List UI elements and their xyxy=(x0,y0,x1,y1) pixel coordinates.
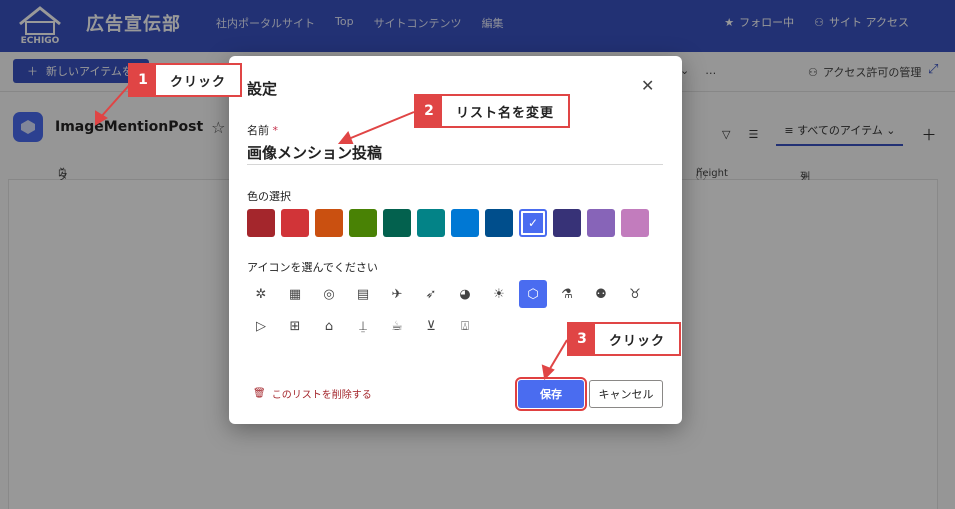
callout-text: クリック xyxy=(609,333,666,349)
cube-icon[interactable]: ⬡ xyxy=(519,280,547,308)
delete-list-button[interactable]: 🗑 このリストを削除する xyxy=(253,386,372,401)
callout-text: リスト名を変更 xyxy=(456,105,555,121)
color-swatch[interactable] xyxy=(553,209,581,237)
color-swatches: ✓ xyxy=(247,209,649,237)
trash-icon: 🗑 xyxy=(253,388,266,399)
annotation-callout-1: 1 クリック xyxy=(128,63,243,97)
medical-bag-icon[interactable]: ⊞ xyxy=(281,312,309,340)
required-mark: * xyxy=(272,124,279,137)
bank-icon[interactable]: ⌂ xyxy=(315,312,343,340)
save-button[interactable]: 保存 xyxy=(515,377,587,411)
dialog-title: 設定 xyxy=(247,80,278,98)
piggy-bank-icon[interactable]: ♉ xyxy=(621,280,649,308)
color-swatch[interactable] xyxy=(451,209,479,237)
color-swatch[interactable] xyxy=(349,209,377,237)
play-icon[interactable]: ▷ xyxy=(247,312,275,340)
palette-icon[interactable]: ◕ xyxy=(451,280,479,308)
color-swatch[interactable] xyxy=(383,209,411,237)
callout-text: クリック xyxy=(170,74,227,90)
rocket-icon[interactable]: ➶ xyxy=(417,280,445,308)
color-swatch[interactable] xyxy=(417,209,445,237)
annotation-callout-2: 2 リスト名を変更 xyxy=(414,94,571,128)
icon-label: アイコンを選んでください xyxy=(247,261,378,274)
icon-row-1: ✲ ▦ ◎ ▤ ✈ ➶ ◕ ☀ ⬡ ⚗ ⚉ ♉ xyxy=(247,280,649,308)
icon-row-2: ▷ ⊞ ⌂ ⍊ ☕ ⊻ ⍍ xyxy=(247,312,479,340)
callout-number: 3 xyxy=(569,324,595,354)
bug-icon[interactable]: ✲ xyxy=(247,280,275,308)
color-swatch[interactable]: ✓ xyxy=(519,209,547,237)
close-icon[interactable]: ✕ xyxy=(641,76,654,95)
annotation-callout-3: 3 クリック xyxy=(567,322,682,356)
calendar-icon[interactable]: ▦ xyxy=(281,280,309,308)
color-label: 色の選択 xyxy=(247,190,291,203)
color-swatch[interactable] xyxy=(587,209,615,237)
airplane-icon[interactable]: ✈ xyxy=(383,280,411,308)
target-icon[interactable]: ◎ xyxy=(315,280,343,308)
callout-number: 2 xyxy=(416,96,442,126)
name-label-text: 名前 xyxy=(247,124,269,137)
joystick-icon[interactable]: ⍊ xyxy=(349,312,377,340)
delete-list-label: このリストを削除する xyxy=(271,390,372,401)
callout-number: 1 xyxy=(130,65,156,95)
color-swatch[interactable] xyxy=(247,209,275,237)
beaker-icon[interactable]: ⚗ xyxy=(553,280,581,308)
color-swatch[interactable] xyxy=(281,209,309,237)
robot-icon[interactable]: ⚉ xyxy=(587,280,615,308)
name-label: 名前 * xyxy=(247,122,278,138)
clipboard-icon[interactable]: ▤ xyxy=(349,280,377,308)
color-swatch[interactable] xyxy=(315,209,343,237)
cart-icon[interactable]: ⊻ xyxy=(417,312,445,340)
lightbulb-icon[interactable]: ☀ xyxy=(485,280,513,308)
color-swatch[interactable] xyxy=(485,209,513,237)
coffee-icon[interactable]: ☕ xyxy=(383,312,411,340)
cake-icon[interactable]: ⍍ xyxy=(451,312,479,340)
cancel-button[interactable]: キャンセル xyxy=(589,380,663,408)
list-name-input[interactable] xyxy=(247,141,663,165)
color-swatch[interactable] xyxy=(621,209,649,237)
